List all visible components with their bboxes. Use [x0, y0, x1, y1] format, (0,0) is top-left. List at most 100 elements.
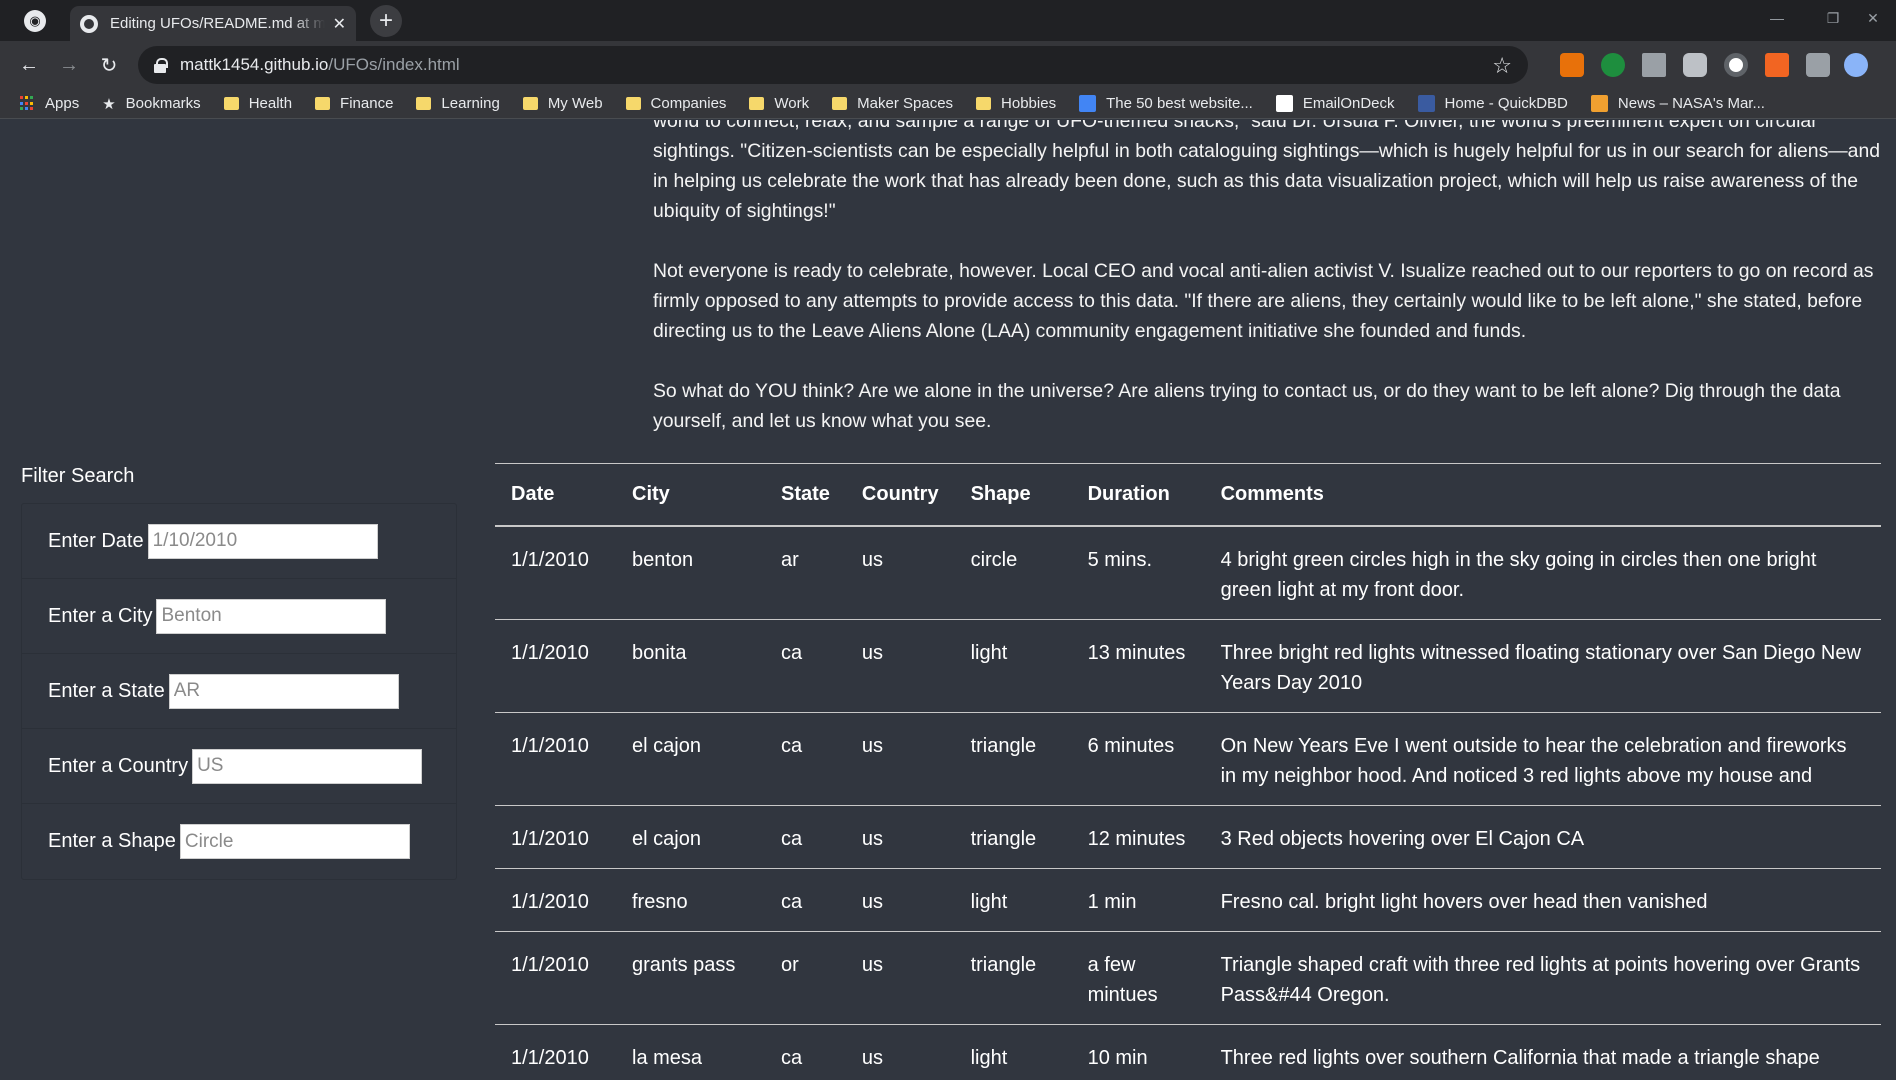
page-content: world to connect, relax, and sample a ra… [0, 120, 1896, 1080]
cell-country: us [845, 619, 955, 713]
city-input[interactable] [156, 598, 387, 634]
bookmark-star-icon[interactable]: ☆ [1492, 53, 1512, 79]
table-row: 1/1/2010 bonita ca us light 13 minutes Three b… [495, 619, 1881, 713]
cell-city: grants pass [616, 931, 765, 1025]
cell-shape: circle [954, 525, 1072, 620]
extension-key-icon[interactable] [1560, 53, 1584, 77]
filter-item-shape: Enter a Shape [22, 804, 456, 879]
bookmark-item[interactable]: Finance [315, 95, 393, 112]
close-window-icon[interactable]: ✕ [1850, 0, 1896, 36]
reload-button[interactable]: ↻ [96, 52, 122, 78]
extension-shield-icon[interactable] [1683, 53, 1707, 77]
country-input[interactable] [192, 748, 423, 784]
cell-date: 1/1/2010 [495, 931, 616, 1025]
extensions-puzzle-icon[interactable] [1806, 53, 1830, 77]
cell-comments: 3 Red objects hovering over El Cajon CA [1204, 805, 1881, 869]
cell-country: us [845, 525, 955, 620]
bookmark-item[interactable]: News – NASA's Mar... [1590, 95, 1765, 112]
bookmark-item[interactable]: The 50 best website... [1079, 95, 1253, 112]
table-row: 1/1/2010 fresno ca us light 1 min Fresno cal. … [495, 868, 1881, 932]
header-city: City [616, 463, 765, 527]
table-row: 1/1/2010 grants pass or us triangle a few min… [495, 931, 1881, 1025]
shape-label: Enter a Shape [48, 830, 176, 852]
cell-comments: Triangle shaped craft with three red lig… [1204, 931, 1881, 1025]
lock-icon [154, 58, 168, 73]
header-shape: Shape [954, 463, 1072, 527]
browser-tab[interactable]: Editing UFOs/README.md at master ✕ [70, 6, 356, 41]
table-row: 1/1/2010 el cajon ca us triangle 12 minutes 3 … [495, 805, 1881, 869]
filter-list: Enter Date Enter a City Enter a State En… [21, 503, 457, 880]
cell-duration: 10 min [1071, 1024, 1205, 1080]
state-label: Enter a State [48, 679, 165, 702]
bookmark-label: Companies [650, 95, 727, 112]
extension-green-icon[interactable] [1601, 53, 1625, 77]
bookmark-label: News – NASA's Mar... [1617, 95, 1765, 112]
cell-country: us [845, 1024, 955, 1080]
header-country: Country [845, 463, 955, 527]
new-tab-button[interactable]: + [370, 5, 402, 37]
cell-city: fresno [616, 868, 765, 932]
cell-date: 1/1/2010 [495, 868, 616, 932]
extension-orange-icon[interactable] [1765, 53, 1789, 77]
filter-item-date: Enter Date [22, 504, 456, 579]
minimize-icon[interactable]: — [1750, 0, 1804, 36]
bookmark-label: Finance [340, 95, 394, 112]
filter-item-state: Enter a State [22, 654, 456, 729]
cell-state: ar [765, 525, 846, 620]
bookmark-label: Learning [441, 95, 500, 112]
bookmark-item[interactable]: Companies [625, 95, 727, 112]
date-input[interactable] [147, 523, 378, 559]
url-path: /UFOs/index.html [328, 55, 460, 74]
bookmark-item[interactable]: Work [749, 95, 809, 112]
cell-country: us [845, 868, 955, 932]
cell-shape: triangle [954, 712, 1072, 806]
bookmark-item[interactable]: Hobbies [976, 95, 1056, 112]
bookmark-label: My Web [547, 95, 603, 112]
cell-duration: 13 minutes [1071, 619, 1205, 713]
table-row: 1/1/2010 el cajon ca us triangle 6 minutes On … [495, 712, 1881, 806]
article-paragraph: world to connect, relax, and sample a ra… [653, 120, 1881, 222]
bookmark-label: Home - QuickDBD [1444, 95, 1568, 112]
bookmark-label: Bookmarks [125, 95, 201, 112]
close-tab-icon[interactable]: ✕ [333, 14, 346, 34]
cell-city: el cajon [616, 712, 765, 806]
article-text: world to connect, relax, and sample a ra… [653, 120, 1883, 466]
cell-city: bonita [616, 619, 765, 713]
apps-grid-icon [20, 96, 35, 111]
folder-icon [315, 97, 331, 110]
cell-comments: Three red lights over southern Californi… [1204, 1024, 1881, 1080]
header-state: State [765, 463, 846, 527]
back-button[interactable]: ← [16, 52, 42, 78]
shape-input[interactable] [179, 824, 410, 859]
bookmark-item[interactable]: EmailOnDeck [1275, 95, 1395, 112]
profile-avatar[interactable] [1844, 53, 1868, 77]
bookmark-item[interactable]: Health [223, 95, 292, 112]
folder-icon [832, 97, 848, 110]
state-input[interactable] [168, 673, 399, 709]
bookmark-label: The 50 best website... [1106, 95, 1253, 112]
bookmark-item[interactable]: Apps [20, 95, 79, 112]
bookmark-item[interactable]: Home - QuickDBD [1417, 95, 1568, 112]
drive-icon[interactable] [1642, 53, 1666, 77]
cell-date: 1/1/2010 [495, 1024, 616, 1080]
bookmark-item[interactable]: Maker Spaces [832, 95, 953, 112]
bookmark-item[interactable]: ★ Bookmarks [102, 95, 200, 113]
table-body: 1/1/2010 benton ar us circle 5 mins. 4 bright … [495, 525, 1881, 1080]
folder-icon [749, 97, 765, 110]
date-label: Enter Date [48, 529, 144, 552]
bookmark-item[interactable]: Learning [416, 95, 500, 112]
forward-button[interactable]: → [56, 52, 82, 78]
ufo-table: Date City State Country Shape Duration C… [495, 463, 1881, 1080]
country-label: Enter a Country [48, 754, 189, 777]
table-row: 1/1/2010 benton ar us circle 5 mins. 4 bright … [495, 525, 1881, 620]
cell-duration: 5 mins. [1071, 525, 1205, 620]
folder-icon [625, 97, 641, 110]
tab-title: Editing UFOs/README.md at master [110, 15, 325, 32]
folder-icon [416, 97, 432, 110]
extension-record-icon[interactable] [1724, 53, 1748, 77]
cell-duration: 12 minutes [1071, 805, 1205, 869]
bookmark-item[interactable]: My Web [522, 95, 603, 112]
address-bar[interactable]: mattk1454.github.io/UFOs/index.html ☆ [138, 46, 1528, 84]
chrome-icon[interactable]: ◉ [24, 10, 46, 32]
filter-title: Filter Search [21, 465, 135, 487]
